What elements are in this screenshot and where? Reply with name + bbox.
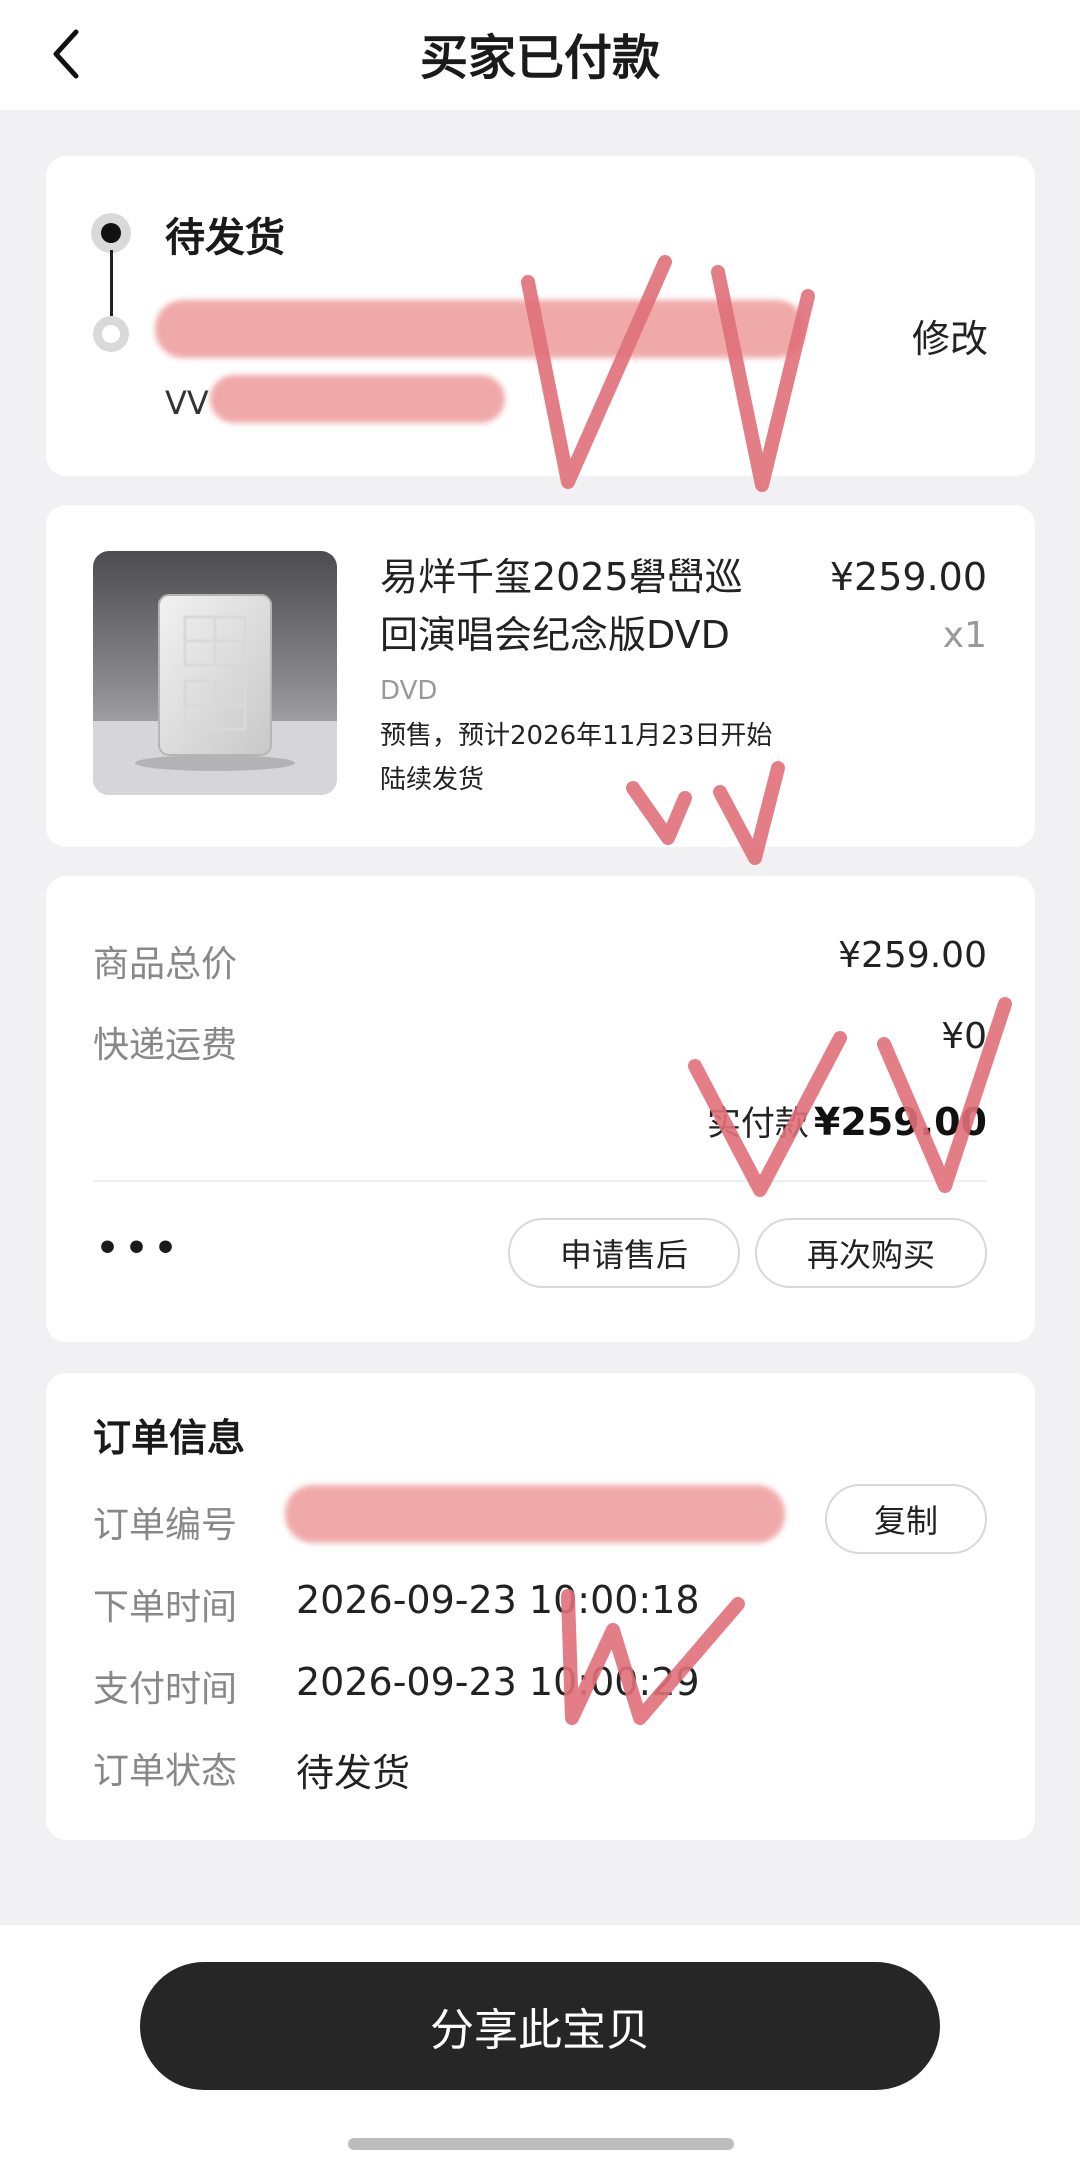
product-price: ¥259.00 xyxy=(829,555,987,599)
shipping-fee-label: 快递运费 xyxy=(93,1025,238,1066)
goods-total-value: ¥259.00 xyxy=(838,935,987,976)
pay-time-label: 支付时间 xyxy=(93,1669,238,1710)
status-next-dot-icon xyxy=(93,316,129,352)
status-timeline-line xyxy=(110,250,113,316)
home-indicator xyxy=(348,2138,734,2150)
pay-time-value: 2026-09-23 10:00:29 xyxy=(296,1660,700,1704)
shipping-fee-value: ¥0 xyxy=(941,1016,987,1057)
goods-total-label: 商品总价 xyxy=(93,944,238,985)
paid-amount-label: 实付款 xyxy=(706,1104,809,1144)
product-image[interactable] xyxy=(93,551,337,795)
paid-amount-value: ¥259.00 xyxy=(813,1100,987,1144)
status-current-dot-icon xyxy=(91,213,131,253)
redacted-address xyxy=(155,300,805,358)
product-name[interactable]: 易烊千玺2025礐嶨巡回演唱会纪念版DVD xyxy=(380,548,780,664)
presale-note: 预售，预计2026年11月23日开始陆续发货 xyxy=(380,721,773,795)
redacted-order-number xyxy=(285,1485,785,1543)
recipient-name-prefix: VV xyxy=(165,384,209,422)
order-number-label: 订单编号 xyxy=(93,1505,238,1546)
order-info-title: 订单信息 xyxy=(93,1416,246,1460)
order-status-value: 待发货 xyxy=(296,1751,411,1795)
more-options-button[interactable]: ••• xyxy=(96,1228,183,1269)
product-quantity: x1 xyxy=(942,615,987,656)
divider xyxy=(93,1180,987,1182)
after-sale-button[interactable]: 申请售后 xyxy=(508,1218,740,1288)
paid-amount-row: 实付款 ¥259.00 xyxy=(590,1096,987,1145)
order-time-label: 下单时间 xyxy=(93,1587,238,1628)
order-time-value: 2026-09-23 10:00:18 xyxy=(296,1578,700,1622)
order-status-label: 订单状态 xyxy=(93,1751,238,1792)
product-variant-tag: DVD xyxy=(380,676,438,706)
share-item-button[interactable]: 分享此宝贝 xyxy=(140,1962,940,2090)
page-title: 买家已付款 xyxy=(419,30,660,86)
modify-address-button[interactable]: 修改 xyxy=(912,308,988,363)
order-status-heading: 待发货 xyxy=(165,215,285,261)
redacted-recipient xyxy=(210,375,505,423)
copy-order-number-button[interactable]: 复制 xyxy=(825,1484,987,1554)
buy-again-button[interactable]: 再次购买 xyxy=(755,1218,987,1288)
